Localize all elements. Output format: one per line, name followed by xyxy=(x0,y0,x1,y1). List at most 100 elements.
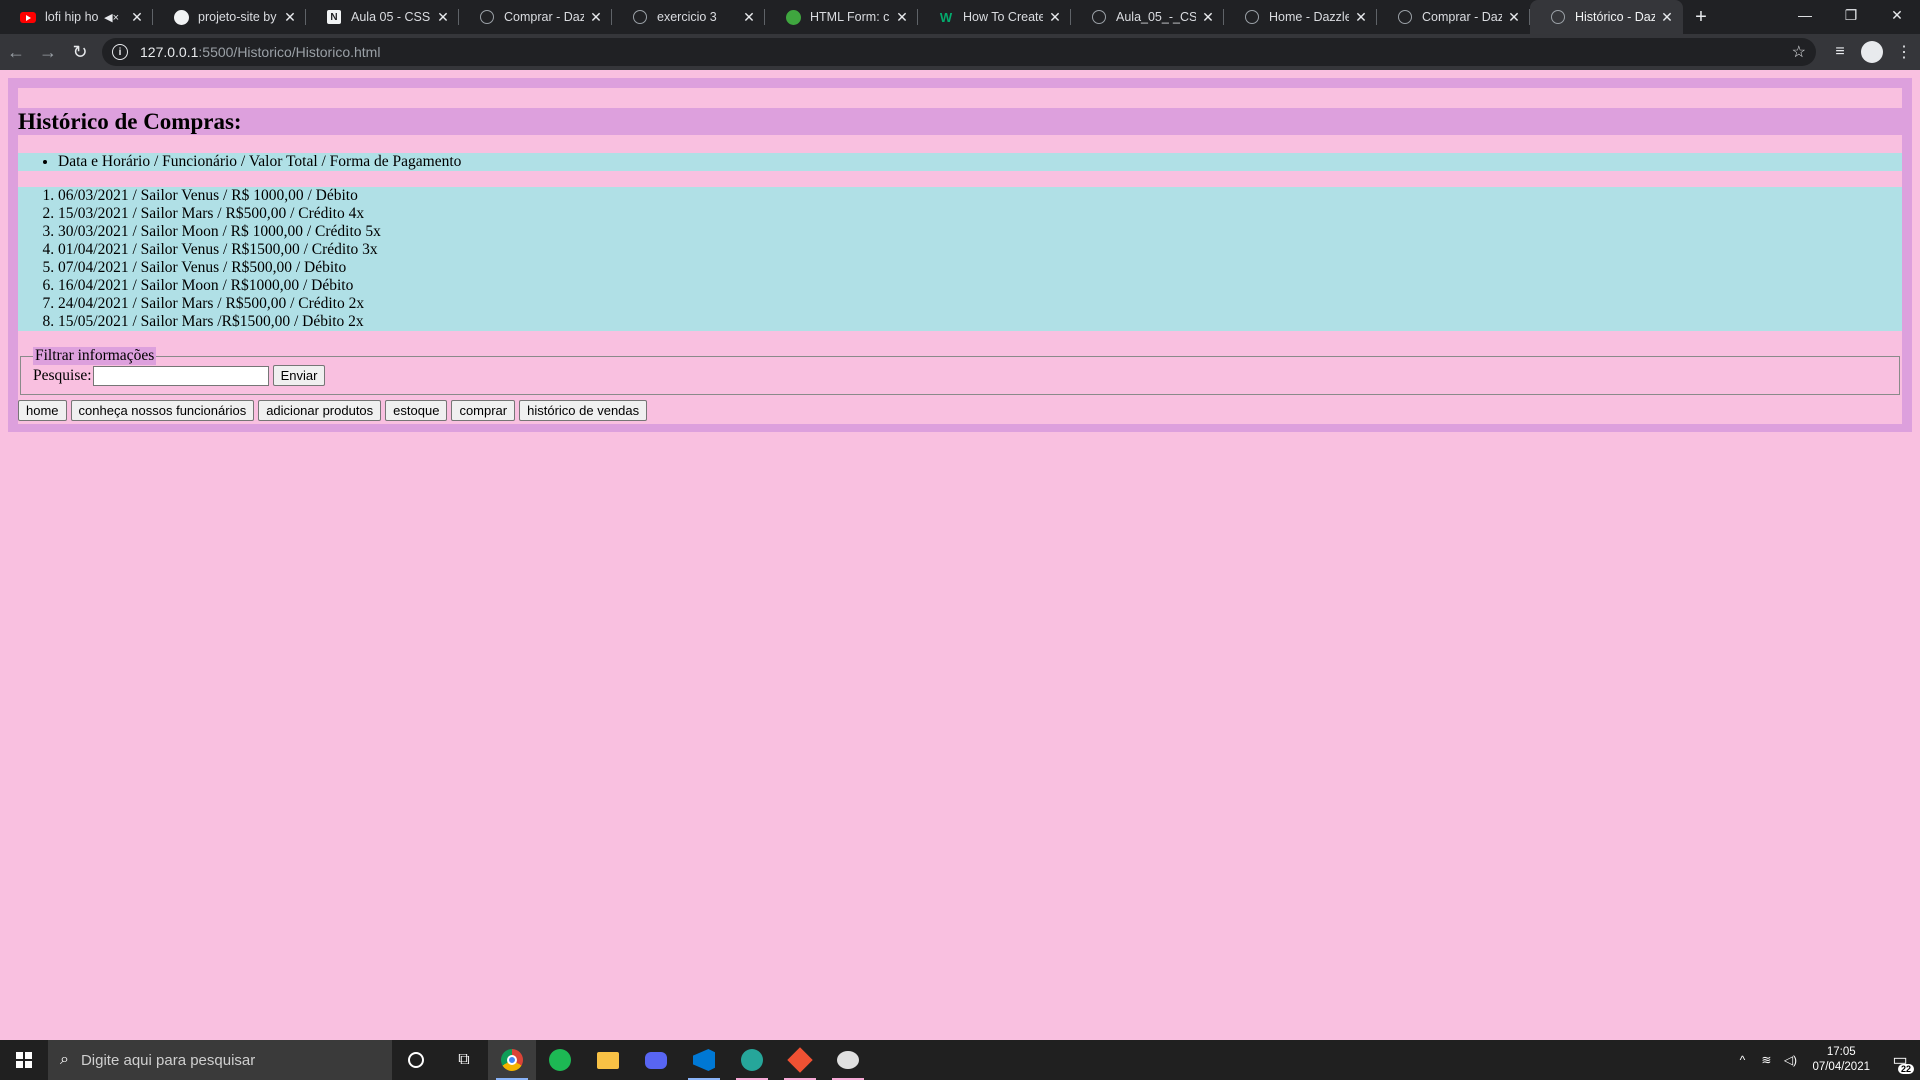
list-item: 15/05/2021 / Sailor Mars /R$1500,00 / Dé… xyxy=(58,313,1902,331)
tab-projeto-site[interactable]: projeto-site by L ✕ xyxy=(153,0,306,34)
html-form-icon xyxy=(785,9,801,25)
tab-lofi[interactable]: lofi hip hop r ◀× ✕ xyxy=(0,0,153,34)
tab-title: Aula 05 - CSS (Pa xyxy=(351,10,431,24)
globe-icon xyxy=(632,9,648,25)
globe-icon xyxy=(479,9,495,25)
filter-form: Filtrar informações Pesquise: Enviar xyxy=(18,347,1902,397)
spacer xyxy=(18,331,1902,347)
search-input[interactable] xyxy=(92,365,269,386)
globe-icon xyxy=(1244,9,1260,25)
git-icon[interactable] xyxy=(776,1040,824,1080)
reload-icon[interactable]: ↻ xyxy=(64,36,96,68)
notification-center-icon[interactable]: ▭ 22 xyxy=(1880,1040,1920,1080)
new-tab-button[interactable]: + xyxy=(1683,0,1719,34)
stock-button[interactable]: estoque xyxy=(385,400,448,421)
tab-comprar-dazzled[interactable]: Comprar - Dazzl ✕ xyxy=(1377,0,1530,34)
info-icon[interactable]: i xyxy=(112,44,128,60)
youtube-icon xyxy=(20,9,36,25)
address-bar[interactable]: i 127.0.0.1:5500/Historico/Historico.htm… xyxy=(102,38,1816,66)
buy-button[interactable]: comprar xyxy=(451,400,516,421)
minimize-icon[interactable]: — xyxy=(1782,0,1828,30)
back-arrow-icon[interactable]: ← xyxy=(0,36,32,68)
list-item: 24/04/2021 / Sailor Mars / R$500,00 / Cr… xyxy=(58,295,1902,313)
tab-historico-active[interactable]: Histórico - Dazzl ✕ xyxy=(1530,0,1683,34)
purchase-history-list: 06/03/2021 / Sailor Venus / R$ 1000,00 /… xyxy=(18,187,1902,331)
window-controls: — ❐ ✕ xyxy=(1782,0,1920,30)
media-control-icon[interactable]: ≡ xyxy=(1824,36,1856,68)
top-bar xyxy=(18,88,1902,108)
paint-icon[interactable] xyxy=(824,1040,872,1080)
task-view-icon[interactable]: ⧉ xyxy=(440,1040,488,1080)
tab-title: Home - Dazzled xyxy=(1269,10,1349,24)
add-products-button[interactable]: adicionar produtos xyxy=(258,400,382,421)
url-host: 127.0.0.1 xyxy=(140,44,199,60)
tab-title: Comprar - Dazzle xyxy=(504,10,584,24)
column-header-list: Data e Horário / Funcionário / Valor Tot… xyxy=(18,153,1902,171)
filter-legend: Filtrar informações xyxy=(33,347,157,365)
close-icon[interactable]: ✕ xyxy=(129,9,145,26)
close-icon[interactable]: ✕ xyxy=(435,9,451,26)
close-icon[interactable]: ✕ xyxy=(894,9,910,26)
wifi-icon[interactable]: ≋ xyxy=(1754,1053,1778,1067)
tab-title: exercicio 3 xyxy=(657,10,717,24)
windows-start-icon[interactable] xyxy=(0,1040,48,1080)
close-icon[interactable]: ✕ xyxy=(1506,9,1522,26)
tab-aula-05-css[interactable]: Aula_05_-_CSS_ ✕ xyxy=(1071,0,1224,34)
speaker-muted-icon[interactable]: ◀× xyxy=(104,11,119,24)
chevron-up-icon[interactable]: ^ xyxy=(1730,1053,1754,1067)
list-item: 30/03/2021 / Sailor Moon / R$ 1000,00 / … xyxy=(58,223,1902,241)
url-path: :5500/Historico/Historico.html xyxy=(198,44,381,60)
menu-kebab-icon[interactable]: ⋮ xyxy=(1888,36,1920,68)
spacer xyxy=(18,171,1902,187)
file-explorer-icon[interactable] xyxy=(584,1040,632,1080)
list-item: 06/03/2021 / Sailor Venus / R$ 1000,00 /… xyxy=(58,187,1902,205)
tab-exercicio-3[interactable]: exercicio 3 ✕ xyxy=(612,0,765,34)
profile-avatar-icon[interactable] xyxy=(1861,41,1883,63)
github-icon xyxy=(173,9,189,25)
nav-button-row: home conheça nossos funcionários adicion… xyxy=(18,397,1902,424)
tab-title: Histórico - Dazzl xyxy=(1575,10,1655,24)
tab-comprar[interactable]: Comprar - Dazzle ✕ xyxy=(459,0,612,34)
taskbar-search-box[interactable]: ⌕ Digite aqui para pesquisar xyxy=(48,1040,392,1080)
submit-button[interactable]: Enviar xyxy=(272,365,326,386)
bookmark-star-icon[interactable]: ☆ xyxy=(1792,42,1806,62)
sales-history-button[interactable]: histórico de vendas xyxy=(519,400,648,421)
tab-title: lofi hip hop r xyxy=(45,10,99,24)
forward-arrow-icon[interactable]: → xyxy=(32,36,64,68)
tab-how-to-create[interactable]: W How To Create a ✕ xyxy=(918,0,1071,34)
tab-html-form[interactable]: HTML Form: cust ✕ xyxy=(765,0,918,34)
spotify-icon[interactable] xyxy=(536,1040,584,1080)
system-tray: ^ ≋ ◁) 17:05 07/04/2021 ▭ 22 xyxy=(1730,1040,1920,1080)
page-viewport: Histórico de Compras: Data e Horário / F… xyxy=(0,70,1920,1040)
clock[interactable]: 17:05 07/04/2021 xyxy=(1802,1045,1880,1075)
close-icon[interactable]: ✕ xyxy=(1200,9,1216,26)
close-icon[interactable]: ✕ xyxy=(588,9,604,26)
chrome-icon[interactable] xyxy=(488,1040,536,1080)
globe-icon xyxy=(1397,9,1413,25)
tab-aula-05[interactable]: N Aula 05 - CSS (Pa ✕ xyxy=(306,0,459,34)
restore-icon[interactable]: ❐ xyxy=(1828,0,1874,30)
globe-icon xyxy=(1091,9,1107,25)
discord-icon[interactable] xyxy=(632,1040,680,1080)
toolbar-right: ≡ ⋮ xyxy=(1824,36,1920,68)
column-header-item: Data e Horário / Funcionário / Valor Tot… xyxy=(58,153,1902,171)
globe-app-icon[interactable] xyxy=(728,1040,776,1080)
close-icon[interactable]: ✕ xyxy=(1659,9,1675,26)
close-icon[interactable]: ✕ xyxy=(741,9,757,26)
search-icon: ⌕ xyxy=(60,1051,69,1068)
filter-fieldset: Filtrar informações Pesquise: Enviar xyxy=(20,347,1900,395)
close-icon[interactable]: ✕ xyxy=(1047,9,1063,26)
tab-title: How To Create a xyxy=(963,10,1043,24)
window-close-icon[interactable]: ✕ xyxy=(1874,0,1920,30)
tab-home-dazzled[interactable]: Home - Dazzled ✕ xyxy=(1224,0,1377,34)
close-icon[interactable]: ✕ xyxy=(282,9,298,26)
vscode-icon[interactable] xyxy=(680,1040,728,1080)
main-container: Histórico de Compras: Data e Horário / F… xyxy=(8,78,1912,432)
notion-icon: N xyxy=(326,9,342,25)
cortana-icon[interactable] xyxy=(392,1040,440,1080)
employees-button[interactable]: conheça nossos funcionários xyxy=(70,400,255,421)
close-icon[interactable]: ✕ xyxy=(1353,9,1369,26)
page-title: Histórico de Compras: xyxy=(18,109,242,134)
volume-icon[interactable]: ◁) xyxy=(1778,1053,1802,1067)
home-button[interactable]: home xyxy=(18,400,67,421)
